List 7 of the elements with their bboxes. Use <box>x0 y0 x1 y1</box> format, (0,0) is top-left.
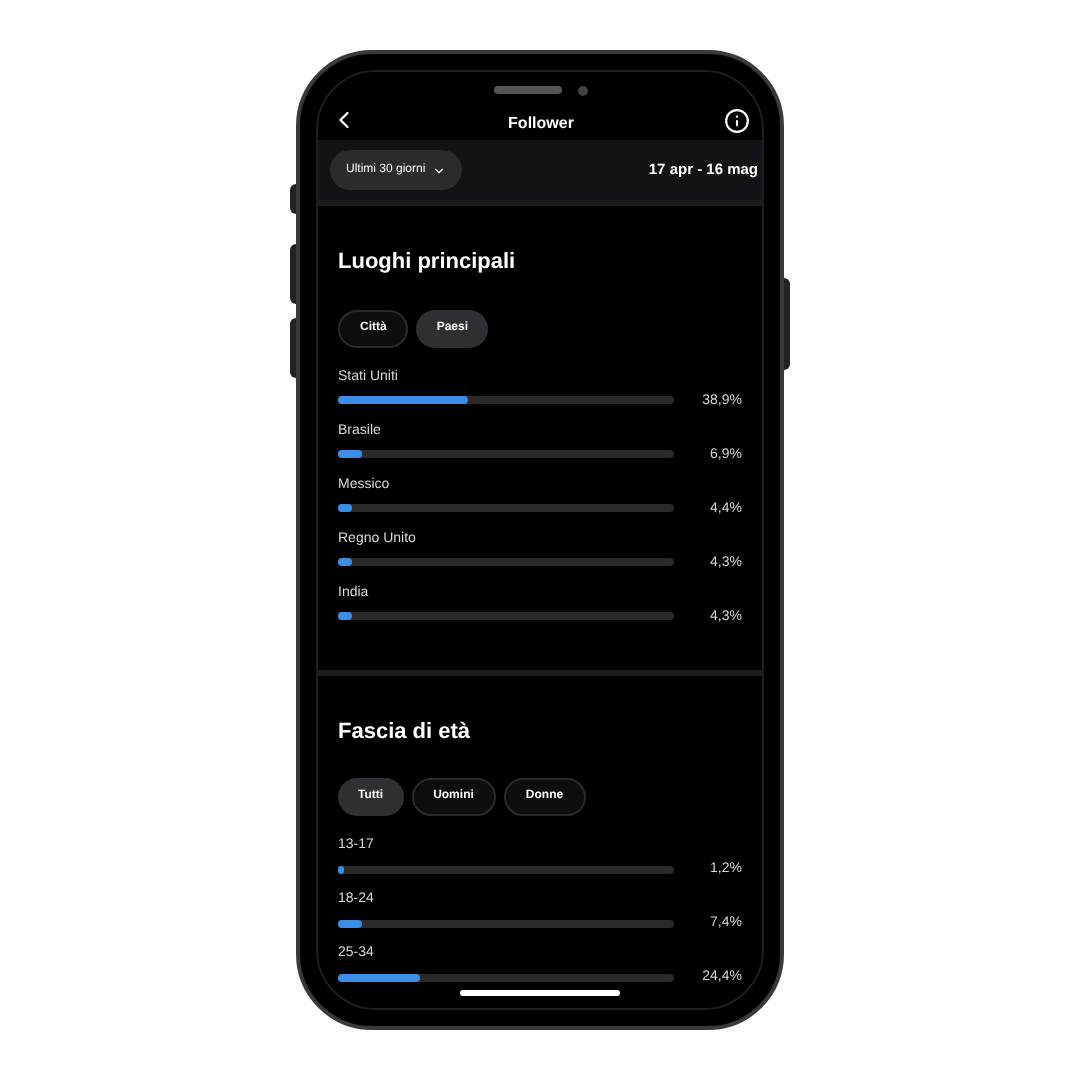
caret-icon <box>431 163 446 177</box>
page-title: Follower <box>508 112 574 136</box>
camera-icon <box>577 85 587 95</box>
section-title: Fascia di età <box>338 717 473 747</box>
section-title: Luoghi principali <box>338 248 518 278</box>
info-icon[interactable] <box>723 107 750 133</box>
speaker-icon <box>493 86 561 94</box>
